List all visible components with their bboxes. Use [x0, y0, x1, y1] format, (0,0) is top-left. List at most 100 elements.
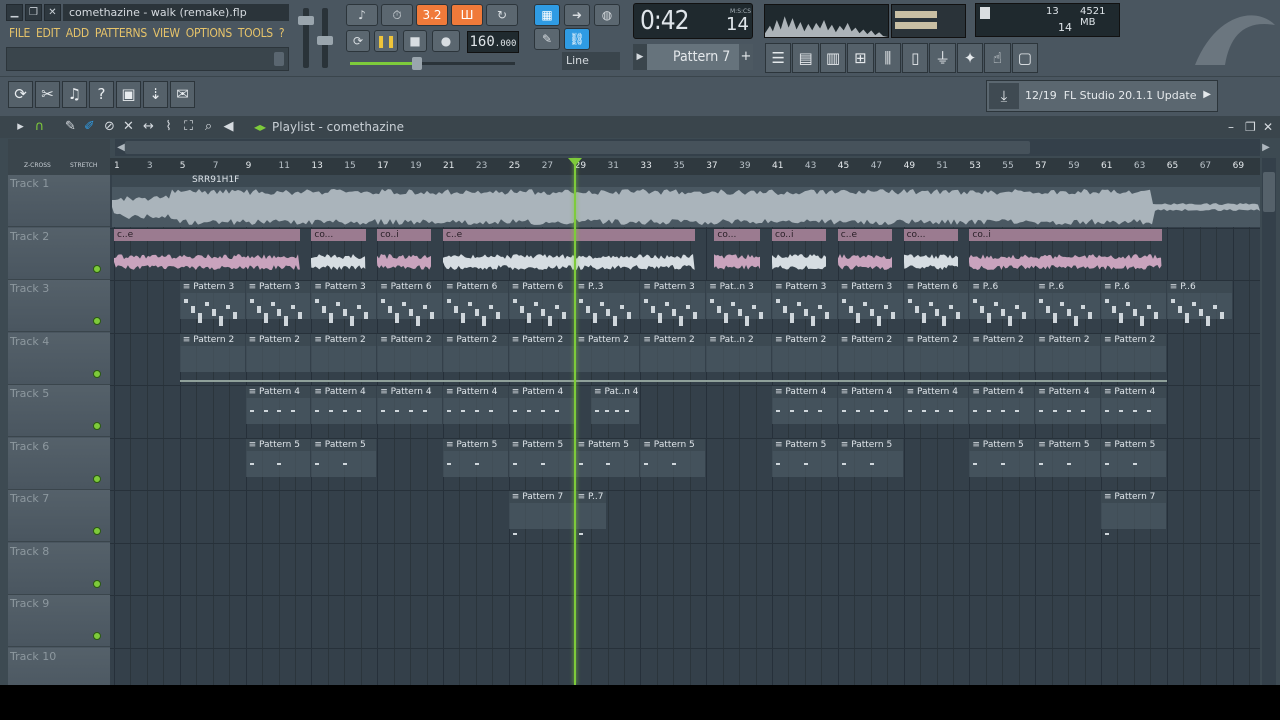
save-icon[interactable]: ▣: [116, 81, 141, 108]
playback-icon[interactable]: ◀: [220, 118, 237, 135]
wait-input-button[interactable]: ⏱: [381, 4, 413, 26]
brush-icon[interactable]: ✐: [81, 118, 98, 135]
pattern-clip[interactable]: ≡ Pattern 6: [904, 281, 969, 319]
tempo-display[interactable]: 160.000: [467, 31, 519, 53]
arrows-icon[interactable]: ◂▸: [254, 120, 266, 134]
horizontal-scrollbar[interactable]: ◀ ▶: [115, 139, 1260, 156]
time-display[interactable]: 0:42 M:S:CS 14: [633, 3, 753, 39]
touch-controller-icon[interactable]: ☝: [984, 43, 1010, 73]
master-volume-slider[interactable]: [303, 8, 309, 68]
plugin-icon[interactable]: ⏚: [929, 43, 955, 73]
pattern-clip[interactable]: ≡ Pat..n 4: [591, 386, 639, 424]
pattern-clip[interactable]: ≡ P..6: [969, 281, 1034, 319]
pattern-clip[interactable]: ≡ Pattern 4: [904, 386, 969, 424]
pattern-clip[interactable]: ≡ P..3: [575, 281, 640, 319]
pattern-clip[interactable]: ≡ P..7: [575, 491, 607, 529]
chevron-right-icon[interactable]: ▶: [1203, 89, 1211, 100]
stop-button[interactable]: ■: [403, 30, 427, 52]
song-mode-button[interactable]: ⟳: [346, 30, 370, 52]
pattern-clip[interactable]: ≡ Pattern 6: [443, 281, 508, 319]
magnet-icon[interactable]: ∩: [31, 118, 48, 135]
pattern-selector[interactable]: ▶ Pattern 7 +: [633, 44, 753, 70]
pattern-clip[interactable]: ≡ Pattern 4: [377, 386, 442, 424]
vocal-clip[interactable]: co...: [714, 229, 760, 267]
pattern-clip[interactable]: ≡ Pattern 2: [1035, 334, 1100, 372]
snap-next-button[interactable]: ➜: [564, 4, 590, 26]
audio-clip[interactable]: SRR91H1F: [112, 175, 1260, 227]
pattern-clip[interactable]: ≡ Pattern 6: [509, 281, 574, 319]
countdown-button[interactable]: 3.2: [416, 4, 448, 26]
slip-icon[interactable]: ↔: [140, 118, 157, 135]
menu-file[interactable]: FILE: [6, 24, 33, 44]
zoom-icon[interactable]: ⌕: [200, 118, 217, 135]
track-enable-led[interactable]: [93, 422, 101, 430]
vertical-scrollbar[interactable]: [1262, 158, 1276, 685]
download-icon[interactable]: ⤓: [989, 83, 1019, 109]
pattern-clip[interactable]: ≡ Pattern 2: [180, 334, 245, 372]
vocal-clip[interactable]: c..e: [443, 229, 695, 267]
pattern-clip[interactable]: ≡ Pattern 5: [311, 439, 376, 477]
add-pattern-button[interactable]: +: [739, 44, 753, 70]
pattern-name[interactable]: Pattern 7: [647, 44, 739, 70]
template-icon[interactable]: ▢: [1012, 43, 1038, 73]
vocal-clip[interactable]: co..i: [969, 229, 1161, 267]
metronome-button[interactable]: ♪: [346, 4, 378, 26]
menu-edit[interactable]: EDIT: [33, 24, 63, 44]
typing-keyboard-button[interactable]: ▦: [534, 4, 560, 26]
scroll-thumb[interactable]: [125, 141, 1030, 154]
pattern-clip[interactable]: ≡ Pattern 3: [246, 281, 311, 319]
pattern-clip[interactable]: ≡ Pattern 3: [180, 281, 245, 319]
menu-help[interactable]: ?: [276, 24, 287, 44]
pattern-clip[interactable]: ≡ Pattern 4: [1035, 386, 1100, 424]
pattern-clip[interactable]: ≡ Pattern 2: [377, 334, 442, 372]
snap-select[interactable]: Line: [562, 52, 620, 70]
pattern-clip[interactable]: ≡ Pattern 5: [575, 439, 640, 477]
slider-knob[interactable]: [317, 36, 333, 45]
vocal-clip[interactable]: c..e: [838, 229, 892, 267]
pattern-clip[interactable]: ≡ Pattern 2: [509, 334, 574, 372]
track-header[interactable]: Track 4: [8, 333, 110, 385]
pattern-arrow-icon[interactable]: ▶: [633, 44, 647, 70]
link-button[interactable]: ⛓: [564, 28, 590, 50]
browser-icon[interactable]: ▯: [902, 43, 928, 73]
menu-tools[interactable]: TOOLS: [235, 24, 276, 44]
track-header[interactable]: Track 10: [8, 648, 110, 686]
zcross-label[interactable]: Z-CROSS: [24, 162, 51, 169]
microphone-icon[interactable]: ♫: [62, 81, 87, 108]
pattern-clip[interactable]: ≡ Pattern 2: [640, 334, 705, 372]
pattern-clip[interactable]: ≡ Pattern 4: [311, 386, 376, 424]
track-header[interactable]: Track 2: [8, 228, 110, 280]
pattern-clip[interactable]: ≡ Pattern 5: [509, 439, 574, 477]
track-enable-led[interactable]: [93, 475, 101, 483]
pattern-clip[interactable]: ≡ Pattern 2: [443, 334, 508, 372]
pattern-clip[interactable]: ≡ Pattern 5: [772, 439, 837, 477]
track-header[interactable]: Track 3: [8, 280, 110, 332]
pattern-clip[interactable]: ≡ Pattern 2: [772, 334, 837, 372]
pattern-clip[interactable]: ≡ Pattern 3: [311, 281, 376, 319]
pattern-clip[interactable]: ≡ Pattern 5: [246, 439, 311, 477]
pattern-clip[interactable]: ≡ Pattern 4: [443, 386, 508, 424]
track-header[interactable]: Track 7: [8, 490, 110, 542]
pattern-clip[interactable]: ≡ Pattern 4: [772, 386, 837, 424]
pattern-clip[interactable]: ≡ Pattern 2: [246, 334, 311, 372]
restore-button[interactable]: ❐: [25, 4, 42, 21]
pattern-clip[interactable]: ≡ Pattern 3: [640, 281, 705, 319]
scroll-right-icon[interactable]: ▶: [1260, 139, 1272, 156]
pencil-tool[interactable]: ✎: [534, 28, 560, 50]
track-header[interactable]: Track 1: [8, 175, 110, 227]
track-enable-led[interactable]: [93, 265, 101, 273]
pattern-clip[interactable]: ≡ Pattern 2: [311, 334, 376, 372]
pattern-clip[interactable]: ≡ Pattern 5: [1035, 439, 1100, 477]
pattern-clip[interactable]: ≡ Pattern 3: [772, 281, 837, 319]
pattern-clip[interactable]: ≡ Pattern 4: [509, 386, 574, 424]
refresh-icon[interactable]: ⟳: [8, 81, 33, 108]
piano-roll-icon[interactable]: ▤: [792, 43, 818, 73]
scroll-thumb[interactable]: [1263, 172, 1275, 212]
menu-patterns[interactable]: PATTERNS: [92, 24, 150, 44]
smart-disable-icon[interactable]: ✦: [957, 43, 983, 73]
minimize-icon[interactable]: –: [1228, 120, 1234, 134]
pattern-clip[interactable]: ≡ Pattern 4: [246, 386, 311, 424]
track-header[interactable]: Track 8: [8, 543, 110, 595]
track-enable-led[interactable]: [93, 632, 101, 640]
vocal-clip[interactable]: co..i: [377, 229, 431, 267]
